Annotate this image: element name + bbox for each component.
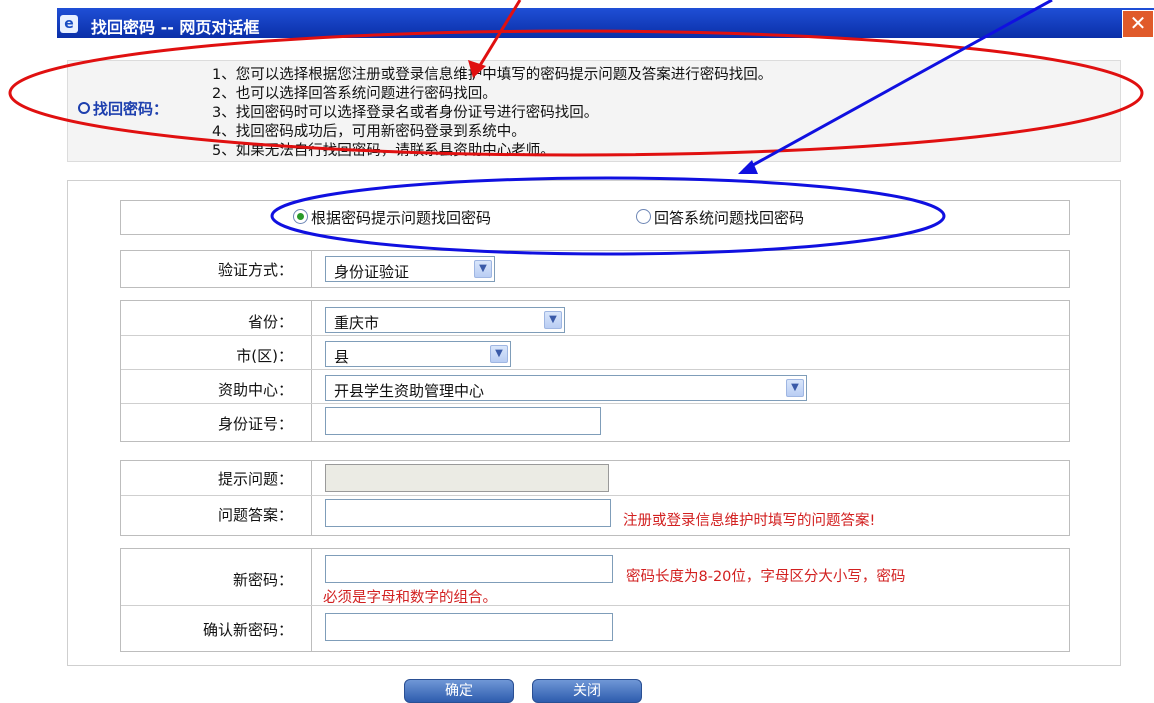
chevron-down-icon[interactable]: ▼ <box>490 345 508 363</box>
new-password-label: 新密码： <box>232 571 293 589</box>
row-divider <box>121 403 1069 404</box>
chevron-down-icon[interactable]: ▼ <box>474 260 492 278</box>
id-label: 身份证号： <box>217 415 293 433</box>
center-value: 开县学生资助管理中心 <box>334 382 485 400</box>
province-label: 省份： <box>247 313 293 331</box>
new-password-hint-1: 密码长度为8-20位，字母区分大小写，密码 <box>626 569 906 585</box>
close-icon[interactable]: ✕ <box>1122 10 1154 38</box>
row-divider <box>121 495 1069 496</box>
mode-option-1[interactable]: 根据密码提示问题找回密码 <box>293 207 491 228</box>
answer-input[interactable] <box>325 499 611 527</box>
location-group: 省份： 重庆市 ▼ 市(区)： 县 ▼ 资助中心： 开县学生资助管理中心 ▼ 身… <box>120 300 1070 442</box>
province-value: 重庆市 <box>334 314 380 332</box>
center-label: 资助中心： <box>217 381 293 399</box>
verify-group: 验证方式： 身份证验证 ▼ <box>120 250 1070 288</box>
answer-label: 问题答案： <box>217 506 293 524</box>
info-line-3: 3、找回密码时可以选择登录名或者身份证号进行密码找回。 <box>212 105 599 121</box>
verify-label: 验证方式： <box>217 261 293 279</box>
radio-selected-icon[interactable] <box>293 209 308 224</box>
city-label: 市(区)： <box>236 347 293 365</box>
info-line-1: 1、您可以选择根据您注册或登录信息维护中填写的密码提示问题及答案进行密码找回。 <box>212 67 773 83</box>
city-value: 县 <box>334 348 350 366</box>
info-line-5: 5、如果无法自行找回密码，请联系县资助中心老师。 <box>212 143 555 159</box>
row-divider <box>121 335 1069 336</box>
verify-value: 身份证验证 <box>334 263 410 281</box>
center-select[interactable]: 开县学生资助管理中心 ▼ <box>325 375 807 401</box>
city-select[interactable]: 县 ▼ <box>325 341 511 367</box>
new-password-input[interactable] <box>325 555 613 583</box>
chevron-down-icon[interactable]: ▼ <box>544 311 562 329</box>
column-divider <box>311 549 312 651</box>
prompt-label: 提示问题： <box>217 470 293 488</box>
blue-arrowhead <box>738 160 758 174</box>
column-divider <box>311 251 312 287</box>
dialog-title: 找回密码 -- 网页对话框 <box>91 18 260 37</box>
id-input[interactable] <box>325 407 601 435</box>
question-group: 提示问题： 问题答案： 注册或登录信息维护时填写的问题答案! <box>120 460 1070 536</box>
ok-button[interactable]: 确定 <box>404 679 514 703</box>
chevron-down-icon[interactable]: ▼ <box>786 379 804 397</box>
mode-group: 根据密码提示问题找回密码 回答系统问题找回密码 <box>120 200 1070 235</box>
prompt-input <box>325 464 609 492</box>
new-password-hint-2: 必须是字母和数字的组合。 <box>323 590 497 606</box>
password-group: 新密码： 密码长度为8-20位，字母区分大小写，密码 必须是字母和数字的组合。 … <box>120 548 1070 652</box>
column-divider <box>311 301 312 441</box>
radio-empty-icon[interactable] <box>636 209 651 224</box>
dialog-titlebar: e 找回密码 -- 网页对话框 ✕ <box>57 8 1154 38</box>
ie-icon: e <box>60 15 78 33</box>
column-divider <box>311 461 312 535</box>
row-divider <box>121 369 1069 370</box>
mode-option-2[interactable]: 回答系统问题找回密码 <box>636 207 804 228</box>
info-label: 找回密码： <box>78 98 168 119</box>
confirm-password-input[interactable] <box>325 613 613 641</box>
row-divider <box>121 605 1069 606</box>
answer-hint: 注册或登录信息维护时填写的问题答案! <box>623 513 876 529</box>
close-button[interactable]: 关闭 <box>532 679 642 703</box>
bullet-icon <box>78 101 90 114</box>
info-line-2: 2、也可以选择回答系统问题进行密码找回。 <box>212 86 497 102</box>
info-line-4: 4、找回密码成功后，可用新密码登录到系统中。 <box>212 124 526 140</box>
confirm-password-label: 确认新密码： <box>202 621 293 639</box>
verify-select[interactable]: 身份证验证 ▼ <box>325 256 495 282</box>
province-select[interactable]: 重庆市 ▼ <box>325 307 565 333</box>
